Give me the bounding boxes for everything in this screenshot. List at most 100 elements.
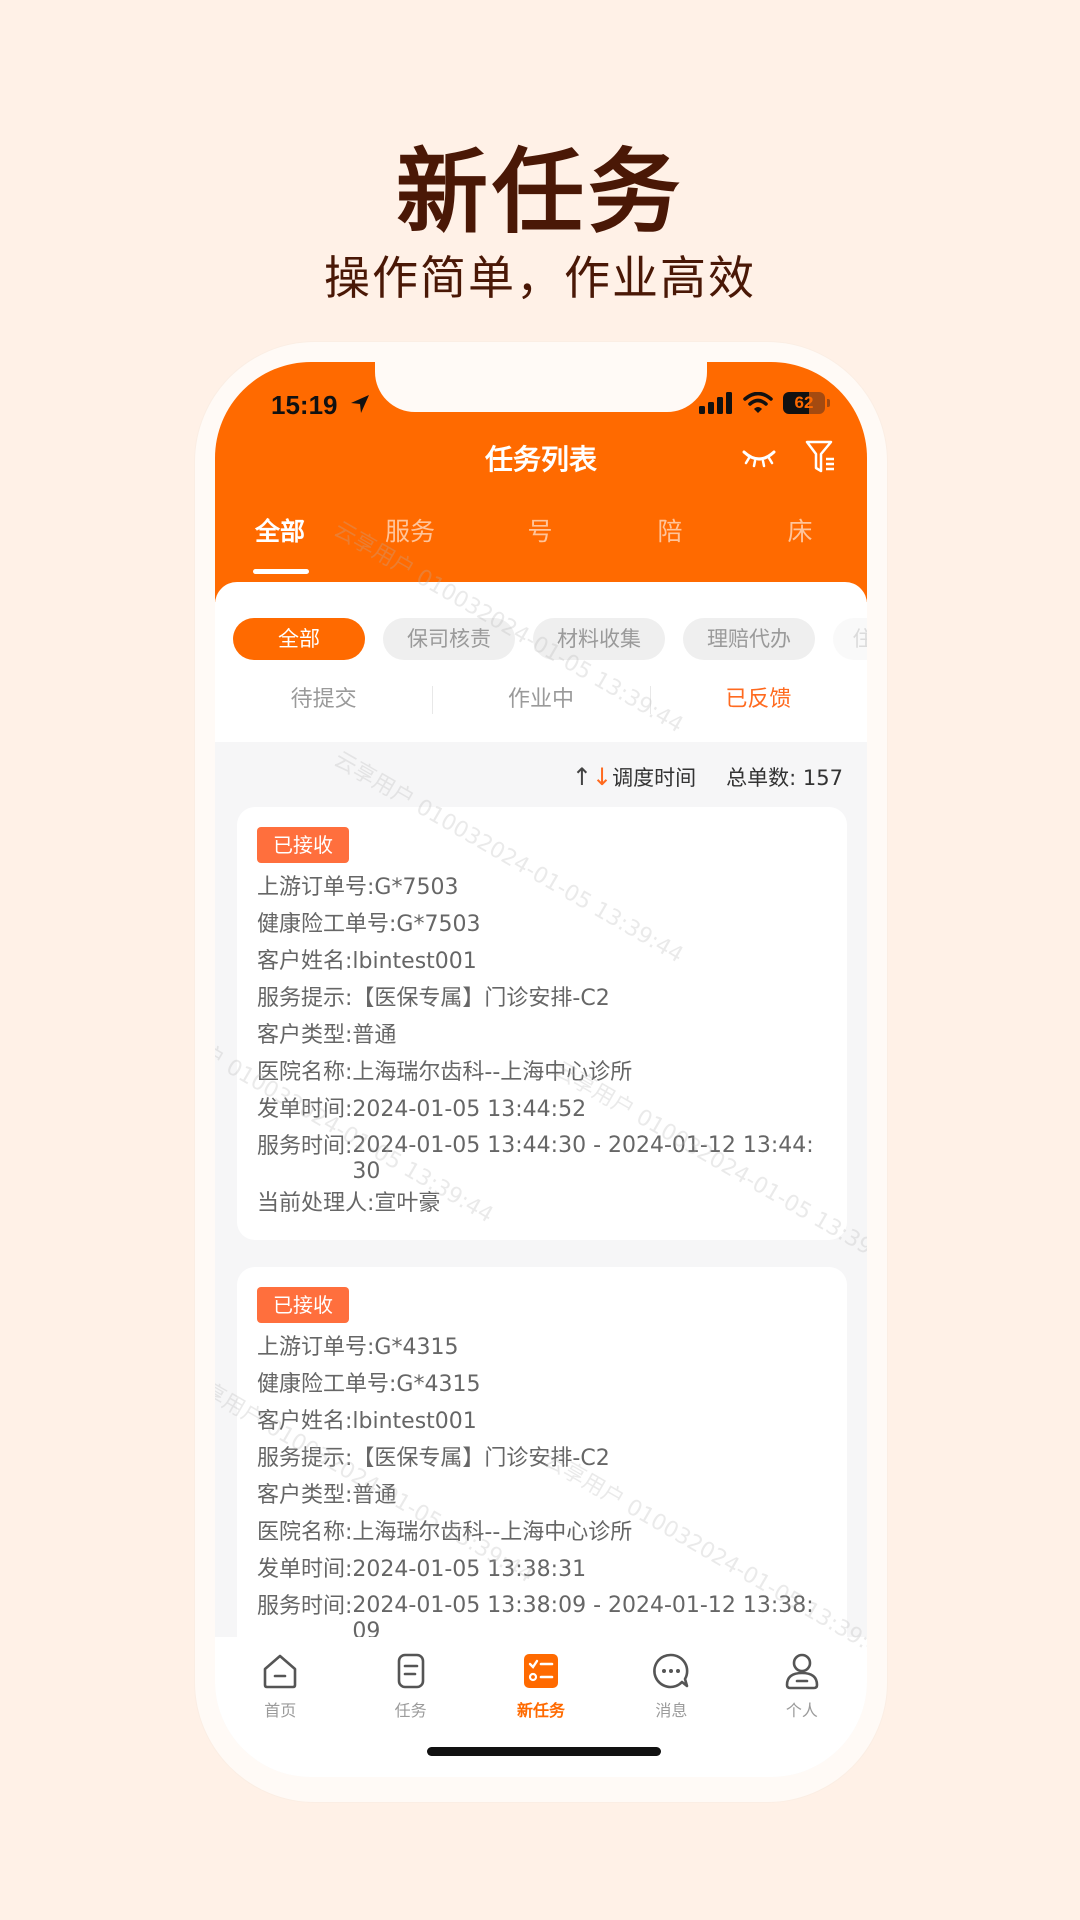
- chip-all[interactable]: 全部: [233, 618, 365, 660]
- status-badge: 已接收: [257, 827, 349, 863]
- promo-title: 新任务: [395, 139, 684, 246]
- field-value: 上海瑞尔齿科--上海中心诊所: [352, 1060, 633, 1085]
- tab-accompany[interactable]: 陪: [605, 512, 735, 562]
- card-field: 健康险工单号: G*7503: [257, 906, 827, 943]
- chip-material-collect[interactable]: 材料收集: [533, 618, 665, 660]
- filter-panel: 全部 保司核责 材料收集 理赔代办 住 待提交 作业中 已反馈: [215, 582, 867, 742]
- eye-closed-icon[interactable]: [741, 446, 777, 472]
- wifi-icon: [743, 392, 773, 413]
- field-label: 上游订单号:: [257, 875, 375, 900]
- chip-claim-agent[interactable]: 理赔代办: [683, 618, 815, 660]
- bottom-tab-bar: 首页 任务 新任务 消息 个人: [215, 1637, 867, 1777]
- field-label: 当前处理人:: [257, 1191, 375, 1216]
- tab-number[interactable]: 号: [475, 512, 605, 562]
- battery-icon: 62: [783, 392, 830, 414]
- tab-bar-label: 消息: [655, 1701, 688, 1720]
- field-value: 2024-01-05 13:44:30 - 2024-01-12 13:44:3…: [352, 1133, 814, 1184]
- field-label: 服务提示:: [257, 986, 353, 1011]
- card-field: 健康险工单号: G*4315: [257, 1366, 827, 1403]
- sort-arrows-icon: ↑↓: [571, 763, 613, 791]
- chip-insurer-verify[interactable]: 保司核责: [383, 618, 515, 660]
- card-field: 客户姓名: lbintest001: [257, 943, 827, 980]
- filter-chips: 全部 保司核责 材料收集 理赔代办 住: [233, 618, 867, 660]
- status-tab-in-progress[interactable]: 作业中: [432, 680, 649, 720]
- field-value: G*4315: [396, 1372, 481, 1397]
- field-label: 健康险工单号:: [257, 912, 397, 937]
- card-field: 发单时间: 2024-01-05 13:44:52: [257, 1091, 827, 1128]
- field-label: 上游订单号:: [257, 1335, 375, 1360]
- battery-level: 62: [794, 393, 814, 412]
- card-field: 服务时间: 2024-01-05 13:44:30 - 2024-01-12 13…: [257, 1128, 827, 1185]
- tab-bar-label: 首页: [264, 1701, 297, 1720]
- tab-bar-label: 新任务: [517, 1701, 566, 1720]
- field-label: 客户姓名:: [257, 949, 353, 974]
- card-field: 服务提示: 【医保专属】门诊安排-C2: [257, 980, 827, 1017]
- field-label: 服务时间:: [257, 1134, 353, 1159]
- tab-bar-home[interactable]: 首页: [215, 1651, 345, 1727]
- category-tabs: 全部 服务 号 陪 床: [215, 512, 867, 574]
- card-field: 客户类型: 普通: [257, 1017, 827, 1054]
- card-field: 发单时间: 2024-01-05 13:38:31: [257, 1551, 827, 1588]
- tab-bar-message[interactable]: 消息: [606, 1651, 736, 1727]
- task-icon: [397, 1653, 424, 1689]
- task-card[interactable]: 已接收 上游订单号: G*7503 健康险工单号: G*7503 客户姓名: lbinte…: [237, 807, 847, 1240]
- chip-hospital[interactable]: 住: [833, 618, 867, 660]
- card-field: 服务提示: 【医保专属】门诊安排-C2: [257, 1440, 827, 1477]
- header: 15:19 62 任务列表 全部 服务 号 陪 床: [215, 362, 867, 602]
- card-field: 上游订单号: G*7503: [257, 869, 827, 906]
- card-field: 当前处理人: 宣叶豪: [257, 1185, 827, 1222]
- sort-bar: ↑↓调度时间 总单数: 157: [215, 742, 867, 812]
- field-value: 2024-01-05 13:38:31: [352, 1557, 587, 1582]
- field-label: 客户类型:: [257, 1483, 353, 1508]
- tab-bar-task[interactable]: 任务: [345, 1651, 475, 1727]
- card-field: 医院名称: 上海瑞尔齿科--上海中心诊所: [257, 1054, 827, 1091]
- notch: [375, 362, 707, 412]
- profile-icon: [785, 1653, 819, 1690]
- field-label: 客户姓名:: [257, 1409, 353, 1434]
- field-value: G*7503: [374, 875, 459, 900]
- tab-service[interactable]: 服务: [345, 512, 475, 562]
- total-value: 157: [802, 766, 843, 790]
- status-badge: 已接收: [257, 1287, 349, 1323]
- field-value: 普通: [352, 1483, 397, 1508]
- sort-label: 调度时间: [612, 766, 697, 790]
- status-tabs: 待提交 作业中 已反馈: [215, 680, 867, 720]
- field-value: 普通: [352, 1023, 397, 1048]
- field-label: 发单时间:: [257, 1557, 353, 1582]
- card-field: 客户类型: 普通: [257, 1477, 827, 1514]
- tab-bar-label: 任务: [394, 1701, 427, 1720]
- card-field: 医院名称: 上海瑞尔齿科--上海中心诊所: [257, 1514, 827, 1551]
- tab-all[interactable]: 全部: [215, 512, 345, 574]
- field-label: 发单时间:: [257, 1097, 353, 1122]
- sort-button[interactable]: ↑↓调度时间: [572, 762, 696, 792]
- status-time: 15:19: [271, 390, 338, 420]
- field-label: 服务提示:: [257, 1446, 353, 1471]
- promo-subtitle: 操作简单，作业高效: [324, 251, 756, 305]
- field-value: lbintest001: [352, 949, 477, 974]
- tab-bar-label: 个人: [785, 1701, 818, 1720]
- tab-bar-profile[interactable]: 个人: [737, 1651, 867, 1727]
- field-value: lbintest001: [352, 1409, 477, 1434]
- status-tab-feedback[interactable]: 已反馈: [649, 680, 867, 720]
- field-value: 【医保专属】门诊安排-C2: [352, 986, 610, 1011]
- status-icons: 62: [699, 392, 830, 414]
- field-label: 医院名称:: [257, 1520, 353, 1545]
- field-label: 客户类型:: [257, 1023, 353, 1048]
- filter-icon[interactable]: [805, 440, 837, 474]
- message-icon: [653, 1653, 689, 1689]
- status-tab-pending[interactable]: 待提交: [215, 680, 432, 720]
- task-card[interactable]: 已接收 上游订单号: G*4315 健康险工单号: G*4315 客户姓名: lbinte…: [237, 1267, 847, 1663]
- tab-bed[interactable]: 床: [735, 512, 865, 562]
- field-value: 2024-01-05 13:44:52: [352, 1097, 587, 1122]
- field-value: 上海瑞尔齿科--上海中心诊所: [352, 1520, 633, 1545]
- home-indicator[interactable]: [427, 1747, 661, 1756]
- field-label: 医院名称:: [257, 1060, 353, 1085]
- card-fields: 上游订单号: G*4315 健康险工单号: G*4315 客户姓名: lbintest00…: [257, 1329, 827, 1645]
- tab-bar-new-task[interactable]: 新任务: [476, 1651, 606, 1727]
- card-fields: 上游订单号: G*7503 健康险工单号: G*7503 客户姓名: lbintest00…: [257, 869, 827, 1222]
- card-field: 客户姓名: lbintest001: [257, 1403, 827, 1440]
- app-screen: 15:19 62 任务列表 全部 服务 号 陪 床 全部 保司核责 材料收集 理…: [215, 362, 867, 1777]
- total-count: 总单数: 157: [726, 762, 843, 792]
- field-value: 【医保专属】门诊安排-C2: [352, 1446, 610, 1471]
- field-label: 健康险工单号:: [257, 1372, 397, 1397]
